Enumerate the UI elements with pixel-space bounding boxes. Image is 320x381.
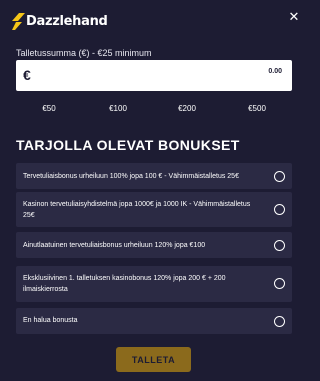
- preset-amounts: €50 €100 €200 €500: [16, 104, 292, 120]
- bonus-option-label: Eksklusiivinen 1. talletuksen kasinobonu…: [23, 275, 226, 293]
- bonus-option-none[interactable]: En halua bonusta: [16, 308, 292, 334]
- bonus-option-label: Kasinon tervetuliaisyhdistelmä jopa 1000…: [23, 201, 251, 219]
- brand-logo: Dazzlehand: [12, 11, 108, 31]
- bonus-option-label: En halua bonusta: [23, 317, 78, 324]
- deposit-button[interactable]: TALLETA: [116, 347, 191, 372]
- bonus-option-casino-120[interactable]: Eksklusiivinen 1. talletuksen kasinobonu…: [16, 266, 292, 302]
- deposit-amount-input[interactable]: [132, 68, 282, 75]
- preset-amount-200[interactable]: €200: [178, 104, 196, 113]
- bonus-option-label: Tervetuliaisbonus urheiluun 100% jopa 10…: [23, 173, 239, 180]
- logo-text: Dazzlehand: [26, 13, 108, 29]
- preset-amount-50[interactable]: €50: [42, 104, 55, 113]
- preset-amount-500[interactable]: €500: [248, 104, 266, 113]
- deposit-amount-field[interactable]: €: [16, 60, 292, 91]
- bonus-option-casino-combo[interactable]: Kasinon tervetuliaisyhdistelmä jopa 1000…: [16, 192, 292, 227]
- radio-button[interactable]: [274, 204, 285, 215]
- bonus-option-sport-120[interactable]: Ainutlaatuinen tervetuliaisbonus urheilu…: [16, 232, 292, 258]
- radio-button[interactable]: [274, 171, 285, 182]
- modal-header: Dazzlehand ✕: [0, 0, 309, 40]
- bonus-option-label: Ainutlaatuinen tervetuliaisbonus urheilu…: [23, 242, 206, 249]
- currency-symbol: €: [23, 67, 31, 83]
- deposit-amount-label: Talletussumma (€) - €25 minimum: [16, 48, 152, 58]
- logo-mark-icon: [12, 12, 25, 30]
- bonus-section-title: TARJOLLA OLEVAT BONUKSET: [16, 137, 240, 153]
- radio-button[interactable]: [274, 316, 285, 327]
- radio-button[interactable]: [274, 240, 285, 251]
- close-icon[interactable]: ✕: [287, 10, 301, 24]
- bonus-option-sport-100[interactable]: Tervetuliaisbonus urheiluun 100% jopa 10…: [16, 163, 292, 189]
- preset-amount-100[interactable]: €100: [109, 104, 127, 113]
- radio-button[interactable]: [274, 278, 285, 289]
